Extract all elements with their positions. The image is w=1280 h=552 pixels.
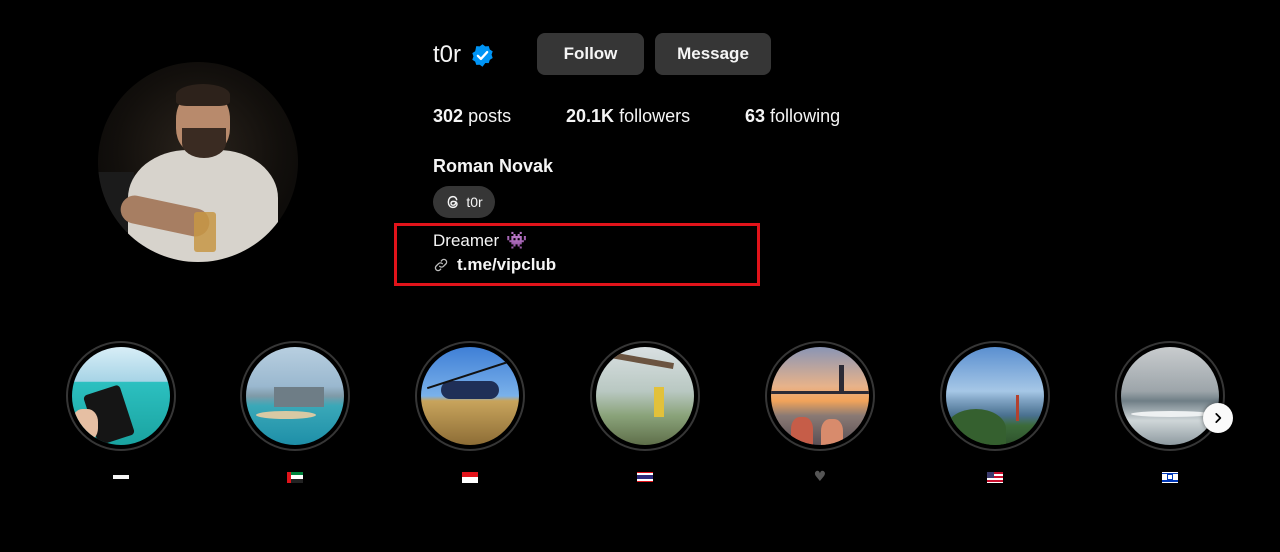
followers-stat[interactable]: 20.1K followers	[566, 106, 690, 127]
threads-handle: t0r	[466, 194, 483, 210]
followers-label: followers	[619, 106, 691, 126]
highlight-image	[72, 347, 170, 445]
avatar-hair	[176, 84, 230, 106]
username: t0r	[433, 41, 462, 68]
highlight-helicopter[interactable]	[415, 341, 525, 451]
threads-icon	[447, 195, 459, 209]
thailand-flag-icon	[590, 470, 700, 484]
highlight-sunset-bridge[interactable]	[765, 341, 875, 451]
following-stat[interactable]: 63 following	[745, 106, 840, 127]
verified-badge-icon	[472, 43, 493, 67]
uae-flag-icon	[240, 470, 350, 484]
highlight-label-text	[66, 470, 176, 484]
posts-label: posts	[468, 106, 512, 126]
profile-avatar[interactable]	[98, 62, 298, 262]
usa-flag-icon	[940, 470, 1050, 484]
highlight-image	[421, 347, 519, 445]
following-count: 63	[745, 106, 766, 126]
threads-badge[interactable]: t0r	[433, 186, 495, 218]
highlight-image	[771, 347, 869, 445]
highlight-beach-swing[interactable]	[590, 341, 700, 451]
username-row: t0r	[433, 34, 495, 76]
annotation-box	[394, 223, 760, 286]
avatar-glass	[194, 212, 216, 252]
full-name: Roman Novak	[433, 156, 554, 176]
highlight-sea-waves[interactable]	[1115, 341, 1225, 451]
posts-count: 302	[433, 106, 464, 126]
follow-button[interactable]: Follow	[537, 33, 644, 75]
chevron-right-icon[interactable]	[1203, 403, 1233, 433]
highlight-golden-gate[interactable]	[940, 341, 1050, 451]
highlight-image	[1121, 347, 1219, 445]
highlight-dubai[interactable]	[240, 341, 350, 451]
avatar-beard	[182, 128, 226, 158]
indonesia-flag-icon	[415, 470, 525, 484]
posts-stat: 302 posts	[433, 106, 511, 127]
following-label: following	[770, 106, 841, 126]
highlight-helipad[interactable]	[66, 341, 176, 451]
israel-flag-icon	[1115, 470, 1225, 484]
highlight-image	[246, 347, 344, 445]
black-heart-icon: ♥	[813, 469, 827, 485]
message-button[interactable]: Message	[655, 33, 771, 75]
highlight-image	[946, 347, 1044, 445]
highlight-image	[596, 347, 694, 445]
followers-count: 20.1K	[566, 106, 615, 126]
